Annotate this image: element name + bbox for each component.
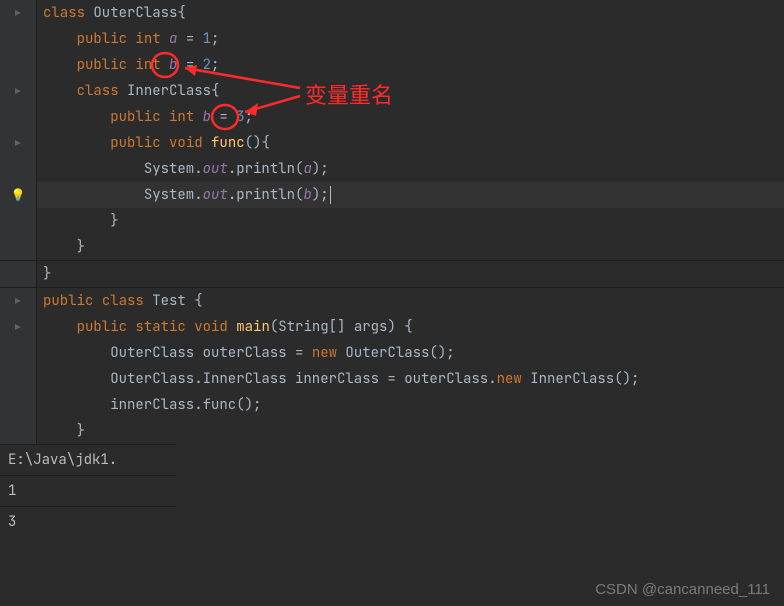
gutter <box>0 0 37 26</box>
watermark: CSDN @cancanneed_111 <box>595 581 770 598</box>
console-output-line: 3 <box>0 506 176 537</box>
code-line: innerClass.func(); <box>0 392 784 418</box>
text-caret <box>330 186 331 204</box>
code-line: } <box>0 208 784 234</box>
code-line: } <box>0 234 784 260</box>
code-line: public int b = 2; <box>0 52 784 78</box>
annotation-label: 变量重名 <box>305 78 393 110</box>
code-line: System.out.println(a); <box>0 156 784 182</box>
intention-bulb-icon[interactable]: 💡 <box>11 182 26 208</box>
console-output-line: 1 <box>0 475 176 506</box>
code-line: public void func(){ <box>0 130 784 156</box>
code-line: OuterClass outerClass = new OuterClass()… <box>0 340 784 366</box>
code-editor[interactable]: class OuterClass{ public int a = 1; publ… <box>0 0 784 444</box>
code-line: public int a = 1; <box>0 26 784 52</box>
code-line: OuterClass.InnerClass innerClass = outer… <box>0 366 784 392</box>
code-line: } <box>0 261 784 287</box>
run-output-panel: E:\Java\jdk1. 1 3 <box>0 444 170 537</box>
code-line: public static void main(String[] args) { <box>0 314 784 340</box>
code-line: } <box>0 418 784 444</box>
code-line-current: 💡 System.out.println(b); <box>0 182 784 208</box>
code-line: public class Test { <box>0 288 784 314</box>
code-line: class OuterClass{ <box>0 0 784 26</box>
console-path: E:\Java\jdk1. <box>0 444 176 475</box>
